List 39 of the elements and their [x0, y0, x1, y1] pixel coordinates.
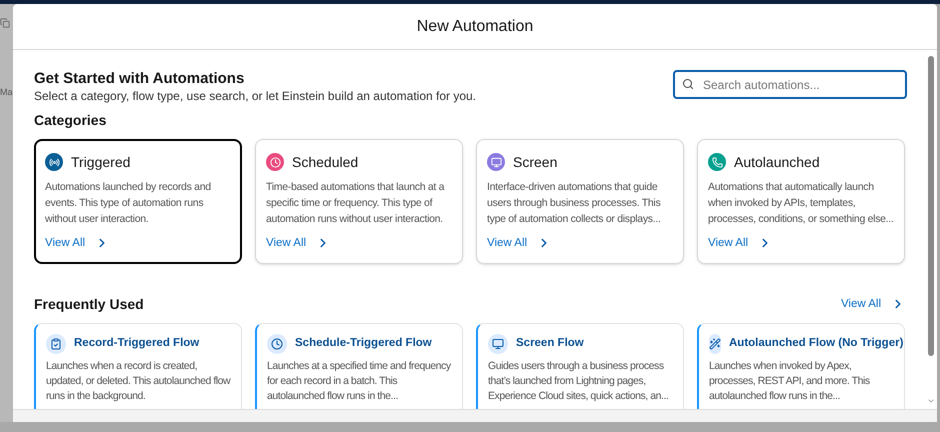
scroll-down-icon[interactable] [927, 397, 935, 405]
flow-description: Launches at a specified time and frequency for each record in a batch. This autolaunched flow runs in the... [267, 358, 452, 404]
wand-icon [709, 334, 721, 354]
category-description: Time-based automations that launch at a specific time or frequency. This type of automation runs without user interaction. [266, 180, 446, 227]
flow-title: Record-Triggered Flow [74, 336, 200, 352]
category-card[interactable]: Scheduled Time-based automations that launch at a specific time or frequency. This type of automation runs without user interaction. View All [255, 138, 463, 264]
view-all-link[interactable]: View All [266, 234, 306, 252]
view-all-link[interactable]: View All [840, 296, 881, 313]
modal-title: New Automation [416, 16, 534, 36]
search-field[interactable]: Search automations... [673, 70, 907, 99]
frequently-used-heading: Frequently Used [34, 294, 144, 314]
category-title: Triggered [71, 152, 130, 172]
clock-icon [267, 334, 287, 354]
flow-description: Launches when invoked by Apex, processes, REST API, and more. This autolaunched flow runs in the... [709, 358, 871, 404]
categories-heading: Categories [34, 110, 106, 130]
category-card[interactable]: Triggered Automations launched by records and events. This type of automation runs without user interaction. View All [34, 138, 242, 264]
flow-title: Schedule-Triggered Flow [295, 336, 432, 352]
view-all-link[interactable]: View All [45, 234, 86, 252]
clipboard-icon [46, 334, 66, 354]
category-card[interactable]: Autolaunched Automations that automatically launch when invoked by APIs, templates, processes, conditions, or something else... View All [697, 138, 905, 264]
flow-description: Guides users through a business process that’s launched from Lightning pages, Experience Cloud sites, quick actions, an... [488, 358, 670, 404]
flow-description: Launches when a record is created, updated, or deleted. This autolaunched flow runs in the background. [46, 358, 232, 404]
view-all-link[interactable]: View All [708, 234, 748, 252]
flow-title: Autolaunched Flow (No Trigger) [729, 336, 904, 352]
category-title: Autolaunched [734, 152, 820, 172]
category-card[interactable]: Screen Interface-driven automations that guide users through business processes. This type of automation collects or displays... View All [476, 138, 684, 264]
section-title: Get Started with Automations [34, 70, 246, 89]
section-subtitle: Select a category, flow type, use search, or let Einstein build an automation for you. [34, 88, 476, 104]
category-description: Interface-driven automations that guide users through business processes. This type of automation collects or displays... [487, 180, 662, 227]
category-description: Automations launched by records and events. This type of automation runs without user interaction. [45, 180, 212, 227]
search-icon [682, 78, 694, 90]
category-title: Scheduled [292, 152, 358, 172]
monitor-icon [488, 334, 508, 354]
page-icon [0, 18, 10, 28]
category-title: Screen [513, 152, 558, 172]
view-all-link[interactable]: View All [487, 234, 528, 252]
background-text: Ma [0, 88, 13, 97]
flow-title: Screen Flow [516, 336, 584, 352]
category-description: Automations that automatically launch when invoked by APIs, templates, processes, conditions, or something else... [708, 180, 894, 227]
